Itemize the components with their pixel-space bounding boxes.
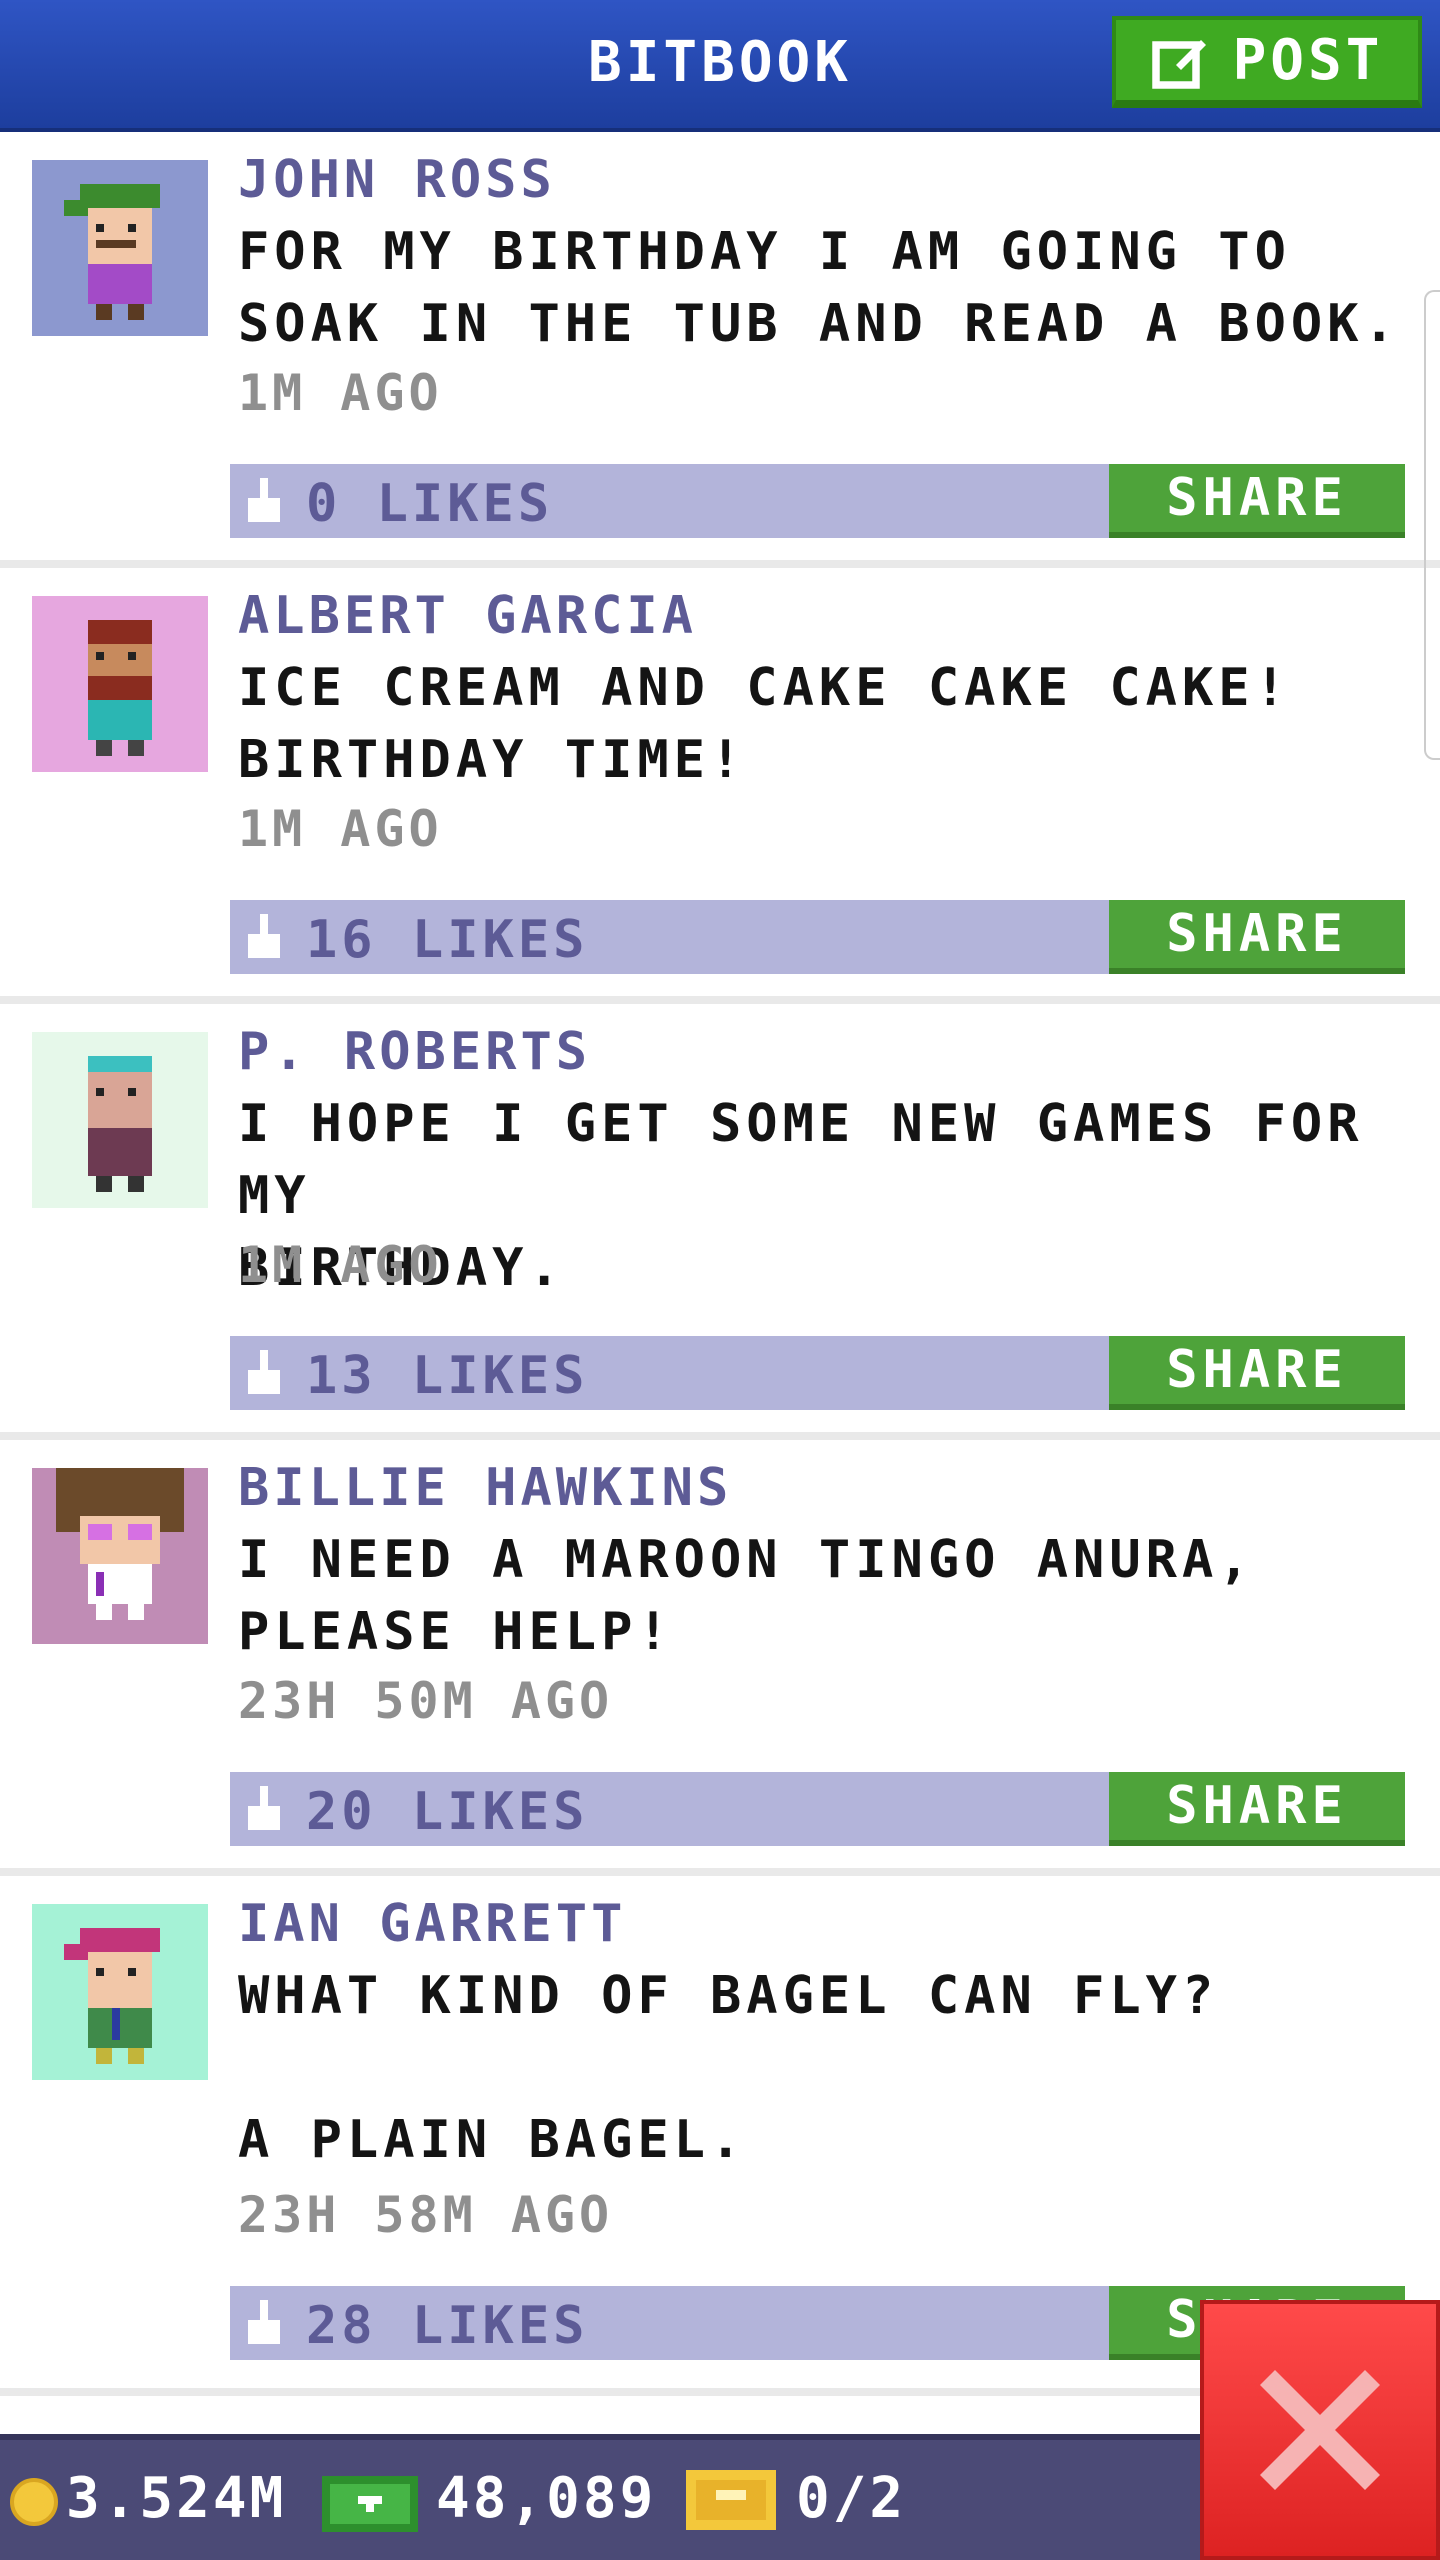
close-icon — [1260, 2370, 1380, 2490]
like-count: 28 LIKES — [306, 2296, 589, 2356]
feed[interactable]: JOHN ROSS FOR MY BIRTHDAY I AM GOING TO … — [0, 132, 1440, 2396]
avatar[interactable] — [32, 1032, 208, 1208]
like-bar[interactable]: 13 LIKES SHARE — [230, 1336, 1405, 1410]
like-count: 13 LIKES — [306, 1346, 589, 1406]
like-bar[interactable]: 0 LIKES SHARE — [230, 464, 1405, 538]
share-button[interactable]: SHARE — [1109, 900, 1405, 974]
thumbs-up-icon — [248, 914, 280, 958]
post-time: 1M AGO — [238, 800, 443, 858]
like-count: 16 LIKES — [306, 910, 589, 970]
thumbs-up-icon — [248, 478, 280, 522]
cash-balance: 48,089 — [436, 2466, 657, 2531]
feed-post: BILLIE HAWKINS I NEED A MAROON TINGO ANU… — [0, 1440, 1440, 1876]
feed-post: JOHN ROSS FOR MY BIRTHDAY I AM GOING TO … — [0, 132, 1440, 568]
post-button-label: POST — [1232, 27, 1384, 93]
share-button[interactable]: SHARE — [1109, 1772, 1405, 1846]
coin-icon — [10, 2478, 58, 2526]
like-count: 0 LIKES — [306, 474, 554, 534]
thumbs-up-icon — [248, 2300, 280, 2344]
avatar[interactable] — [32, 596, 208, 772]
post-time: 1M AGO — [238, 1236, 443, 1294]
avatar[interactable] — [32, 160, 208, 336]
share-button[interactable]: SHARE — [1109, 1336, 1405, 1410]
thumbs-up-icon — [248, 1350, 280, 1394]
post-message: FOR MY BIRTHDAY I AM GOING TO SOAK IN TH… — [238, 222, 1400, 354]
avatar[interactable] — [32, 1468, 208, 1644]
post-time: 23H 50M AGO — [238, 1672, 614, 1730]
post-message: ICE CREAM AND CAKE CAKE CAKE! BIRTHDAY T… — [238, 658, 1291, 790]
thumbs-up-icon — [248, 1786, 280, 1830]
top-bar: BITBOOK POST — [0, 0, 1440, 132]
post-time: 1M AGO — [238, 364, 443, 422]
share-button[interactable]: SHARE — [1109, 464, 1405, 538]
like-bar[interactable]: 16 LIKES SHARE — [230, 900, 1405, 974]
ticket-count: 0/2 — [796, 2466, 907, 2531]
post-author[interactable]: BILLIE HAWKINS — [238, 1458, 732, 1518]
cash-icon — [322, 2476, 418, 2532]
post-author[interactable]: IAN GARRETT — [238, 1894, 626, 1954]
post-button[interactable]: POST — [1112, 16, 1422, 108]
post-author[interactable]: P. ROBERTS — [238, 1022, 591, 1082]
post-author[interactable]: ALBERT GARCIA — [238, 586, 697, 646]
like-count: 20 LIKES — [306, 1782, 589, 1842]
ticket-icon — [686, 2470, 776, 2530]
post-message: I NEED A MAROON TINGO ANURA, PLEASE HELP… — [238, 1530, 1255, 1662]
post-message: WHAT KIND OF BAGEL CAN FLY? A PLAIN BAGE… — [238, 1966, 1219, 2170]
post-time: 23H 58M AGO — [238, 2186, 614, 2244]
feed-post: P. ROBERTS I HOPE I GET SOME NEW GAMES F… — [0, 1004, 1440, 1440]
feed-post: ALBERT GARCIA ICE CREAM AND CAKE CAKE CA… — [0, 568, 1440, 1004]
coin-balance: 3.524M — [66, 2466, 287, 2531]
edit-icon — [1151, 40, 1206, 89]
close-button[interactable] — [1200, 2300, 1440, 2560]
like-bar[interactable]: 20 LIKES SHARE — [230, 1772, 1405, 1846]
post-author[interactable]: JOHN ROSS — [238, 150, 556, 210]
scrollbar[interactable] — [1424, 290, 1440, 760]
avatar[interactable] — [32, 1904, 208, 2080]
